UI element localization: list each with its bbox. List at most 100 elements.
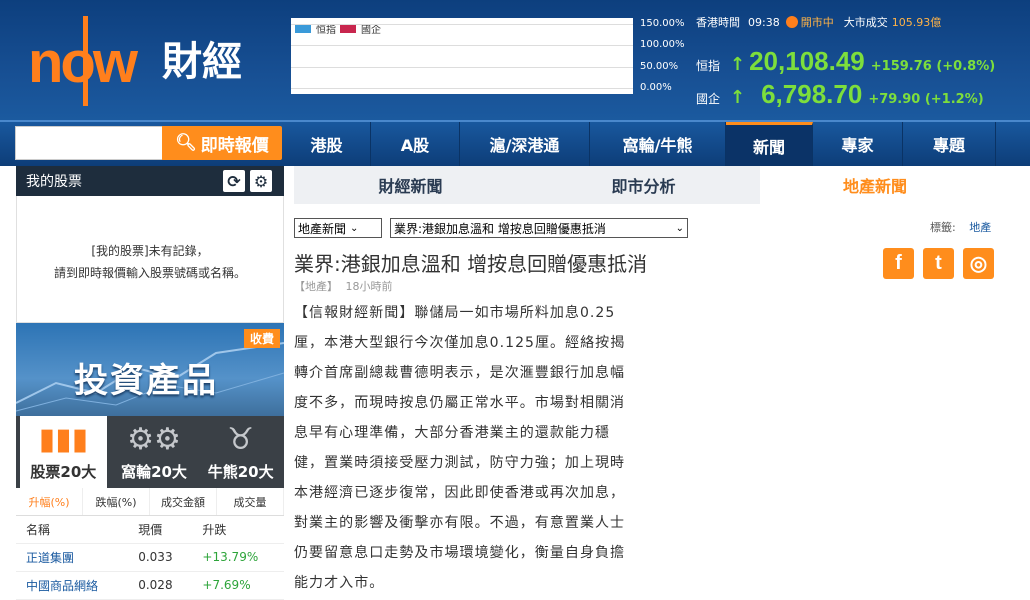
- quote-search-label: 即時報價: [200, 135, 269, 156]
- col-price: 現價: [128, 516, 193, 544]
- bull-bear-icon: ♉: [227, 422, 255, 457]
- banner-title: 投資產品: [74, 361, 218, 401]
- col-change: 升跌: [192, 516, 284, 544]
- chart-tick: 150.00%: [640, 18, 685, 29]
- body-line: 度不多，而現時按息仍屬正常水平。市場對相關消: [294, 395, 626, 411]
- nav-news[interactable]: 新聞: [726, 122, 813, 166]
- facebook-icon[interactable]: f: [883, 248, 914, 279]
- hk-time: 09:38: [748, 15, 780, 29]
- investment-products-banner[interactable]: 投資產品 收費: [16, 323, 284, 416]
- gear-icon[interactable]: ⚙: [250, 170, 272, 192]
- stock-name[interactable]: 正道集團: [16, 543, 129, 572]
- chart-tick: 0.00%: [640, 82, 672, 93]
- body-line: 厘，本港大型銀行今次僅加息0.125厘。經絡按揭: [294, 335, 626, 351]
- stock-change: +13.79%: [192, 543, 284, 572]
- tab-cbbc-top20[interactable]: ♉ 牛熊20大: [197, 416, 284, 488]
- table-row[interactable]: 中國商品網絡 0.028 +7.69%: [16, 571, 284, 600]
- article-select-value: 業界:港銀加息溫和 增按息回贈優惠抵消: [394, 221, 606, 236]
- chart-tick: 50.00%: [640, 61, 679, 72]
- quote-search-button[interactable]: 🔍︎ 即時報價: [162, 126, 282, 160]
- my-stocks-empty-message: [我的股票]未有記錄， 請到即時報價輸入股票號碼或名稱。: [16, 196, 284, 323]
- chart-tick: 100.00%: [640, 39, 685, 50]
- article-title: 業界:港銀加息溫和 增按息回贈優惠抵消: [294, 252, 648, 276]
- article-select[interactable]: 業界:港銀加息溫和 增按息回贈優惠抵消 ⌄: [390, 218, 688, 238]
- index-hscei[interactable]: 國企 ↑ 6,798.70 +79.90 (+1.2%): [696, 79, 984, 110]
- hk-time-label: 香港時間: [696, 16, 740, 29]
- twitter-icon[interactable]: t: [923, 248, 954, 279]
- rank-tab-turnover[interactable]: 成交金額: [150, 488, 217, 515]
- nav-a-shares[interactable]: A股: [371, 122, 460, 166]
- article-selectors: 地產新聞 ⌄ 業界:港銀加息溫和 增按息回贈優惠抵消 ⌄: [294, 218, 688, 238]
- stock-price: 0.033: [128, 543, 193, 572]
- body-line: 仍要留意息口走勢及市場環境變化，衡量自身負擔: [294, 545, 626, 561]
- article-meta: 【地產】 18小時前: [294, 278, 393, 294]
- turnover-value: 105.93億: [891, 16, 942, 29]
- category-select[interactable]: 地產新聞 ⌄: [294, 218, 382, 238]
- index-name: 恒指: [696, 59, 721, 73]
- news-subtabs: 財經新聞 即市分析: [294, 166, 760, 204]
- tag-link[interactable]: 地產: [969, 221, 991, 234]
- logo-finance[interactable]: 財經: [162, 40, 242, 84]
- nav-hk-stocks[interactable]: 港股: [283, 122, 371, 166]
- body-line: 健，置業時須接受壓力測試，防守力強；加上現時: [294, 455, 626, 471]
- up-arrow-icon: ↑: [730, 54, 746, 75]
- ranking-tabs: 升幅(%) 跌幅(%) 成交金額 成交量: [16, 488, 284, 516]
- bar-chart-icon: ▮▮▮: [38, 422, 89, 457]
- logo-now[interactable]: now: [28, 34, 138, 92]
- index-value: 6,798.70: [761, 79, 863, 109]
- tab-label: 窩輪20大: [121, 463, 187, 481]
- index-change: +79.90 (+1.2%): [868, 92, 984, 107]
- body-line: 能力才入市。: [294, 575, 385, 591]
- rank-tab-volume[interactable]: 成交量: [217, 488, 284, 515]
- table-row[interactable]: 正道集團 0.033 +13.79%: [16, 543, 284, 572]
- article-time: 18小時前: [345, 280, 393, 293]
- market-open-icon: [785, 16, 798, 28]
- my-stocks-title: 我的股票: [26, 174, 82, 190]
- nav-topics[interactable]: 專題: [903, 122, 996, 166]
- body-line: 本港經濟已逐步復常，因此即使香港或再次加息，: [294, 485, 626, 501]
- gears-icon: ⚙⚙: [127, 422, 181, 457]
- weibo-icon[interactable]: ◎: [963, 248, 994, 279]
- tab-property-news[interactable]: 地產新聞: [760, 166, 990, 204]
- tab-stocks-top20[interactable]: ▮▮▮ 股票20大: [20, 416, 107, 488]
- market-status-row: 香港時間 09:38 開市中 大市成交 105.93億: [696, 14, 941, 30]
- share-buttons: f t ◎: [883, 248, 994, 279]
- top20-tabs: ▮▮▮ 股票20大 ⚙⚙ 窩輪20大 ♉ 牛熊20大: [16, 416, 284, 488]
- search-input[interactable]: [15, 126, 168, 160]
- nav-stock-connect[interactable]: 滬/深港通: [460, 122, 590, 166]
- stock-name[interactable]: 中國商品網絡: [16, 571, 129, 600]
- tab-label: 股票20大: [30, 463, 97, 481]
- tab-financial-news[interactable]: 財經新聞: [294, 166, 527, 204]
- market-panel: 香港時間 09:38 開市中 大市成交 105.93億 恒指 ↑ 20,108.…: [690, 10, 1030, 115]
- rank-tab-loss[interactable]: 跌幅(%): [83, 488, 150, 515]
- nav-warrants-cbbc[interactable]: 窩輪/牛熊: [590, 122, 726, 166]
- body-line: 【信報財經新聞】聯儲局一如市場所料加息0.25: [294, 305, 616, 321]
- index-name: 國企: [696, 92, 721, 106]
- rank-tab-gain[interactable]: 升幅(%): [16, 488, 83, 515]
- tab-market-analysis[interactable]: 即市分析: [527, 166, 760, 204]
- stock-price: 0.028: [128, 571, 193, 600]
- left-sidebar: 我的股票 ⟳ ⚙ [我的股票]未有記錄， 請到即時報價輸入股票號碼或名稱。 投資…: [16, 166, 284, 600]
- empty-msg-line2: 請到即時報價輸入股票號碼或名稱。: [53, 266, 246, 280]
- chevron-down-icon: ⌄: [675, 222, 684, 234]
- article-body: 【信報財經新聞】聯儲局一如市場所料加息0.25 厘，本港大型銀行今次僅加息0.1…: [294, 298, 674, 598]
- body-line: 息早有心理準備，大部分香港業主的還款能力穩: [294, 425, 611, 441]
- category-select-value: 地產新聞: [298, 221, 347, 236]
- empty-msg-line1: [我的股票]未有記錄，: [91, 244, 209, 258]
- article-category: 【地產】: [294, 280, 338, 293]
- market-status: 開市中: [800, 16, 834, 29]
- refresh-icon[interactable]: ⟳: [223, 170, 245, 192]
- search-icon: 🔍︎: [175, 133, 197, 153]
- turnover-label: 大市成交: [843, 16, 888, 29]
- index-hsi[interactable]: 恒指 ↑ 20,108.49 +159.76 (+0.8%): [696, 46, 995, 77]
- tags-label: 標籤:: [930, 221, 956, 234]
- ranking-table: 名稱 現價 升跌 正道集團 0.033 +13.79% 中國商品網絡 0.028…: [16, 516, 284, 600]
- index-mini-chart: 恒指 國企: [291, 18, 633, 94]
- chevron-down-icon: ⌄: [350, 222, 359, 234]
- body-line: 對業主的影響及衝擊亦有限。不過，有意置業人士: [294, 515, 626, 531]
- tab-warrants-top20[interactable]: ⚙⚙ 窩輪20大: [111, 416, 198, 488]
- table-header-row: 名稱 現價 升跌: [16, 516, 284, 544]
- site-header: now 財經 恒指 國企 150.00% 100.00% 50.00% 0.00…: [0, 0, 1030, 120]
- nav-experts[interactable]: 專家: [813, 122, 903, 166]
- my-stocks-header: 我的股票 ⟳ ⚙: [16, 166, 284, 196]
